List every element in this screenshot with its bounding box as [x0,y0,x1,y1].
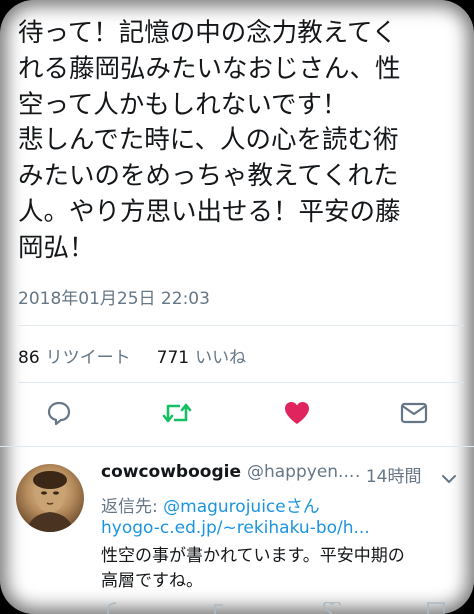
screen: 待って！記憶の中の念力教えてく れる藤岡弘みたいなおじさん、性 空って人かもしれ… [0,0,474,614]
tweet-text-line: 岡弘！ [18,232,95,263]
tweet-actions [0,396,474,436]
retweet-icon[interactable] [211,602,231,614]
tweet-text-line: 人。やり方思い出せる！平安の藤 [18,196,401,227]
reply-to-mention[interactable]: @magurojuiceさん [163,497,320,517]
tweet-text: 待って！記憶の中の念力教えてく れる藤岡弘みたいなおじさん、性 空って人かもしれ… [18,16,463,267]
tweet-text-line: みたいのをめっちゃ教えてくれた [18,161,399,192]
reply-body: 性空の事が書かれています。平安中期の 高層ですね。 [101,544,461,594]
reply-icon[interactable] [107,602,125,614]
message-icon[interactable] [427,602,445,614]
reply-body-line: 性空の事が書かれています。平安中期の [101,546,405,566]
reply-button[interactable] [42,396,76,430]
reply-author-name[interactable]: cowcowboogie [101,462,241,482]
reply-to-label: 返信先: [101,497,158,517]
avatar[interactable] [16,464,84,532]
reply-actions [101,600,445,614]
tweet-stats: 86 リツイート 771 いいね [18,343,246,368]
divider [18,325,464,326]
retweet-count[interactable]: 86 [18,348,40,368]
retweet-button[interactable] [160,396,194,430]
chevron-down-icon [442,475,456,483]
tweet-text-line: 待って！記憶の中の念力教えてく [18,18,398,48]
reply-to: 返信先: @magurojuiceさん [101,492,320,517]
avatar-portrait [26,471,74,532]
like-label[interactable]: いいね [195,343,246,368]
message-button[interactable] [397,396,431,430]
message-icon [400,402,428,424]
retweet-label[interactable]: リツイート [46,343,131,368]
tweet-timestamp: 2018年01月25日 22:03 [18,289,210,309]
reply-time-group: · 14時間 [355,462,421,487]
separator-dot: · [355,467,361,487]
reply-author-handle[interactable]: @happyen... [247,462,354,482]
like-icon[interactable] [323,602,341,614]
reply-time: 14時間 [365,467,422,487]
reply-tweet[interactable]: cowcowboogie @happyen... · 14時間 返信先: @ma… [0,452,474,614]
reply-url-link[interactable]: hyogo-c.ed.jp/~rekihaku-bo/h... [101,518,370,538]
divider [18,382,464,383]
reply-body-line: 高層ですね。 [101,571,203,591]
reply-icon [47,401,71,426]
more-button[interactable] [441,469,457,488]
tweet-text-line: 空って人かもしれないです！ [18,89,348,120]
tweet-text-line: れる藤岡弘みたいなおじさん、性 [18,53,401,84]
retweet-icon [162,403,192,423]
tweet-text-line: 悲しんでた時に、人の心を読む術 [18,125,399,156]
divider [0,446,474,447]
like-count[interactable]: 771 [157,348,189,368]
like-button[interactable] [280,396,314,430]
like-icon [285,402,309,424]
